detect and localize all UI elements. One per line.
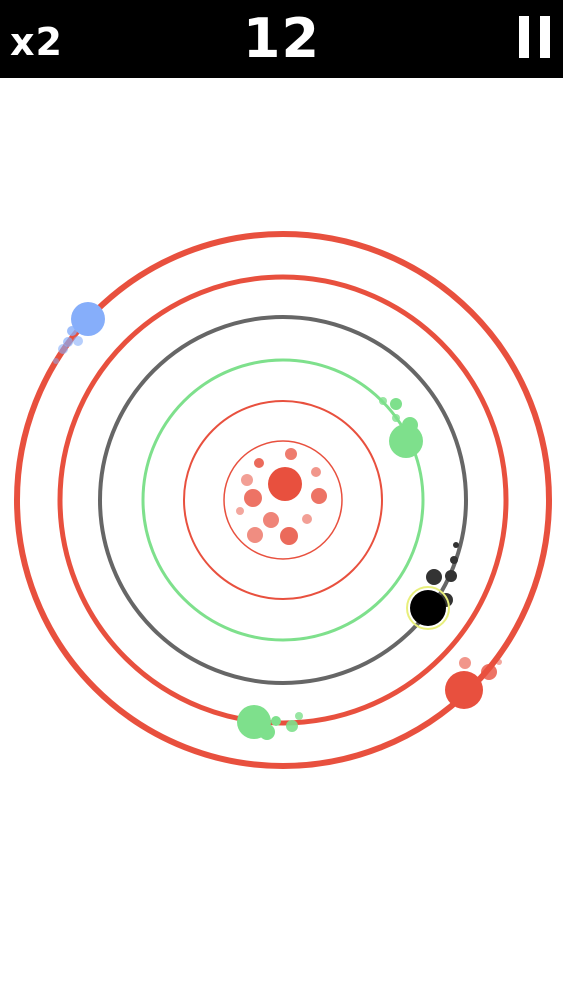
green-orb-outer	[237, 705, 303, 740]
pause-button[interactable]	[516, 16, 554, 60]
pause-bar-left	[519, 16, 529, 58]
game-field[interactable]	[0, 78, 563, 1000]
score-counter: 12	[242, 7, 321, 70]
top-bar: x2 12	[0, 0, 563, 78]
core-cluster	[236, 448, 327, 545]
pause-bar-right	[540, 16, 550, 58]
player-orb	[406, 542, 459, 630]
